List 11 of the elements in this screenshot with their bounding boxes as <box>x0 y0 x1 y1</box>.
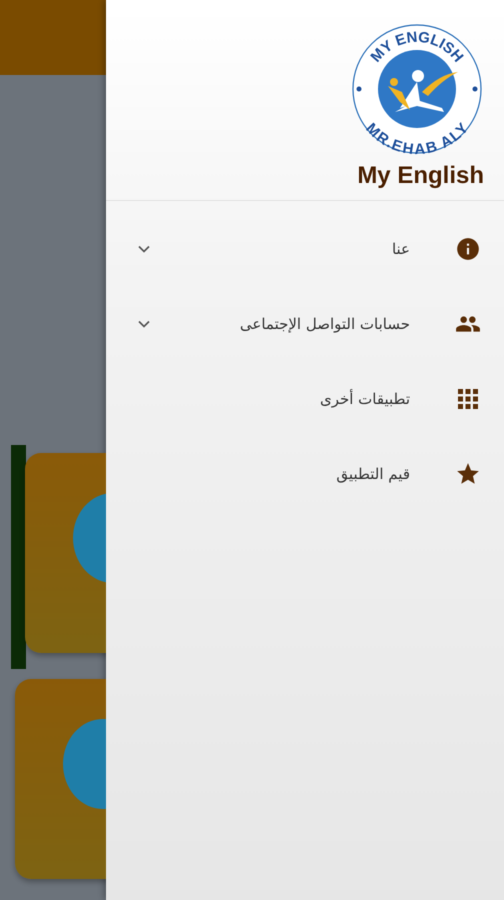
app-title: My English <box>357 162 484 190</box>
menu-label: قيم التطبيق <box>336 464 410 482</box>
menu-label: عنا <box>392 240 410 258</box>
menu-item[interactable]: عنا <box>106 211 504 286</box>
menu-item[interactable]: تطبيقات أخرى <box>106 361 504 436</box>
menu-label: تطبيقات أخرى <box>320 390 410 408</box>
menu-item[interactable]: حسابات التواصل الإجتماعى <box>106 286 504 361</box>
menu-label: حسابات التواصل الإجتماعى <box>240 314 410 332</box>
menu-item[interactable]: قيم التطبيق <box>106 436 504 511</box>
info-icon <box>455 236 481 262</box>
grid-icon <box>456 386 480 410</box>
